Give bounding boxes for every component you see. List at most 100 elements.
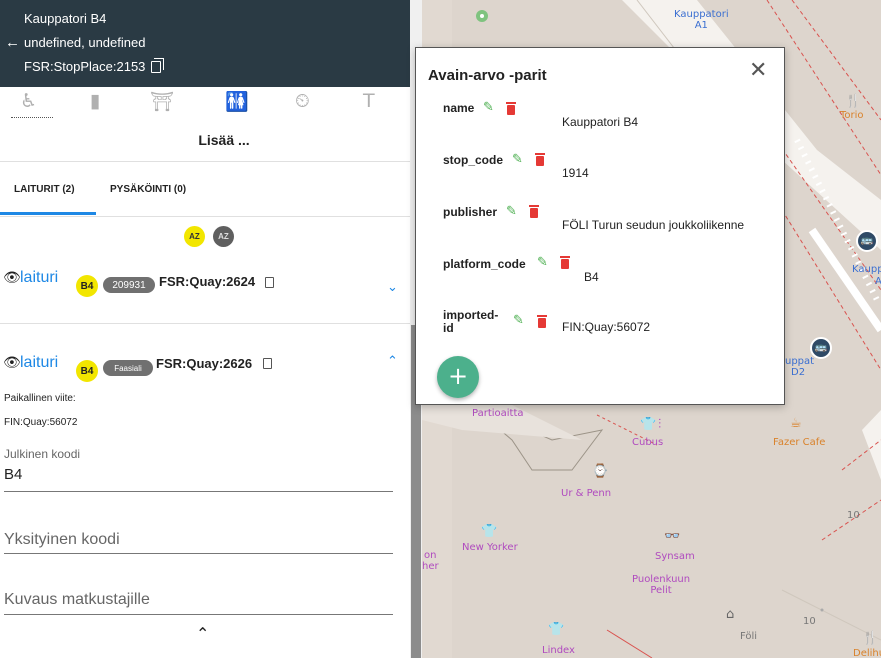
plus-icon: +: [447, 362, 469, 390]
shop-icon: ⌂: [726, 607, 735, 622]
map-label-upat: uppat: [785, 356, 815, 367]
map-label-ten-a: 10: [847, 510, 860, 521]
kv-key-stop-code: stop_code: [443, 153, 504, 167]
cafe-icon: ☕: [790, 416, 802, 431]
collapse-chevron-up-icon[interactable]: ⌃: [196, 624, 209, 643]
map-label-her: her: [422, 561, 439, 572]
sort-controls: AZ AZ: [0, 217, 410, 261]
edit-icon[interactable]: ✎: [537, 255, 548, 270]
kv-value-publisher: FÖLI Turun seudun joukkoliikenne: [562, 218, 745, 232]
icon-underline: [11, 117, 53, 118]
back-arrow-icon[interactable]: ←: [5, 34, 20, 52]
kv-value-name: Kauppatori B4: [562, 115, 639, 129]
delete-icon[interactable]: [529, 205, 539, 218]
quay-item[interactable]: 👁 laituri B4 209931 FSR:Quay:2624 ⌄: [0, 261, 410, 324]
map-label-puolenkuun: Puolenkuun Pelit: [632, 574, 691, 596]
eye-icon[interactable]: 👁: [3, 355, 21, 371]
kv-value-stop-code: 1914: [562, 166, 589, 180]
edit-icon[interactable]: ✎: [513, 313, 524, 328]
description-input[interactable]: Kuvaus matkustajille: [4, 591, 150, 609]
ticket-machine-icon[interactable]: ▮: [90, 90, 100, 112]
map-label-torio: Torio: [840, 110, 864, 121]
sort-az-button[interactable]: AZ: [184, 226, 205, 247]
delete-icon[interactable]: [560, 256, 570, 269]
active-tab-indicator: [0, 212, 96, 215]
glasses-icon: 👓: [664, 529, 681, 544]
shelter-icon[interactable]: ⛩: [150, 90, 174, 113]
public-code-underline: [4, 491, 393, 492]
map-label-ur-penn: Ur & Penn: [561, 488, 612, 499]
kv-value-imported-id: FIN:Quay:56072: [562, 320, 651, 334]
kv-key-publisher: publisher: [443, 205, 498, 219]
quay-blob-label: 209931: [103, 277, 155, 293]
map-label-kaupp: Kaupp: [852, 264, 881, 275]
kv-key-platform-code: platform_code: [443, 257, 526, 271]
kv-key-imported-id: imported-id: [443, 308, 499, 335]
watch-icon: ⌚: [592, 464, 609, 479]
stop-location: undefined, undefined: [24, 35, 146, 50]
kv-value-platform-code: B4: [584, 270, 599, 284]
local-ref-value: FIN:Quay:56072: [4, 417, 78, 428]
public-code-label: Julkinen koodi: [4, 447, 81, 461]
facility-icons: ♿ ▮ ⛩ 🚻 ⏲ T: [0, 87, 410, 127]
public-code-input[interactable]: B4: [4, 466, 22, 483]
restaurant-icon: 🍴: [845, 94, 862, 109]
tab-laiturit[interactable]: LAITURIT (2): [14, 184, 75, 195]
copy-icon[interactable]: [151, 58, 165, 73]
delete-icon[interactable]: [506, 102, 516, 115]
key-value-dialog: Avain-arvo -parit ✕ name ✎ Kauppatori B4…: [415, 47, 785, 405]
quay-id: FSR:Quay:2626: [156, 356, 253, 371]
quay-blob-label: Faasiali: [103, 360, 153, 376]
delete-icon[interactable]: [535, 153, 545, 166]
edit-icon[interactable]: ✎: [506, 204, 517, 219]
add-pair-button[interactable]: +: [437, 356, 479, 398]
clothes-icon: 👕: [548, 622, 565, 637]
quay-code-badge: B4: [76, 275, 98, 297]
copy-icon[interactable]: [265, 277, 274, 288]
toilet-icon[interactable]: 🚻: [225, 90, 249, 113]
chevron-down-icon[interactable]: ⌄: [387, 280, 398, 295]
map-label-kauppatori-a1: Kauppatori A1: [674, 9, 729, 31]
map-label-fazer: Fazer Cafe: [773, 437, 826, 448]
map-label-foli: Föli: [740, 631, 758, 642]
map-label-on: on: [424, 550, 437, 561]
local-ref-label: Paikallinen viite:: [4, 393, 76, 404]
edit-icon[interactable]: ✎: [483, 100, 494, 115]
map-label-lindex: Lindex: [542, 645, 575, 656]
sort-az-alt-button[interactable]: AZ: [213, 226, 234, 247]
eye-icon[interactable]: 👁: [3, 270, 21, 286]
description-underline: [4, 614, 393, 615]
delete-icon[interactable]: [537, 315, 547, 328]
stop-header: Kauppatori B4 ← undefined, undefined FSR…: [0, 0, 410, 87]
map-label-ten-b: 10: [803, 616, 816, 627]
quay-item-expanded[interactable]: 👁 laituri B4 Faasiali FSR:Quay:2626 ⌃ Pa…: [0, 324, 410, 654]
clothes-icon: 👕: [481, 524, 498, 539]
tab-bar: LAITURIT (2) PYSÄKÖINTI (0): [0, 162, 410, 217]
quay-code-badge: B4: [76, 360, 98, 382]
private-code-input[interactable]: Yksityinen koodi: [4, 531, 120, 549]
stop-editor-panel: Kauppatori B4 ← undefined, undefined FSR…: [0, 0, 410, 658]
store-icon: ⫶: [658, 417, 662, 432]
add-more-button[interactable]: Lisää ...: [0, 127, 410, 162]
tab-pysakointi[interactable]: PYSÄKÖINTI (0): [110, 184, 186, 195]
edit-icon[interactable]: ✎: [512, 152, 523, 167]
sign-icon[interactable]: T: [363, 90, 375, 112]
close-icon[interactable]: ✕: [749, 58, 767, 83]
quay-id: FSR:Quay:2624: [159, 274, 256, 289]
chevron-up-icon[interactable]: ⌃: [387, 354, 398, 369]
private-code-underline: [4, 553, 393, 554]
restaurant-icon: 🍴: [862, 631, 879, 646]
copy-icon[interactable]: [263, 358, 272, 369]
clothes-icon: 👕: [640, 417, 657, 432]
bus-stop-icon[interactable]: 🚌: [856, 230, 878, 252]
map-label-partioaitta: Partioaitta: [472, 408, 524, 419]
map-label-d2: D2: [791, 367, 806, 378]
map-label-new-yorker: New Yorker: [462, 542, 518, 553]
quay-name[interactable]: laituri: [20, 354, 58, 372]
quay-name[interactable]: laituri: [20, 269, 58, 287]
stop-name: Kauppatori B4: [24, 11, 107, 26]
kv-key-name: name: [443, 101, 475, 115]
map-label-a: A: [875, 276, 881, 287]
waiting-room-icon[interactable]: ⏲: [295, 90, 310, 112]
wheelchair-icon[interactable]: ♿: [20, 90, 37, 112]
